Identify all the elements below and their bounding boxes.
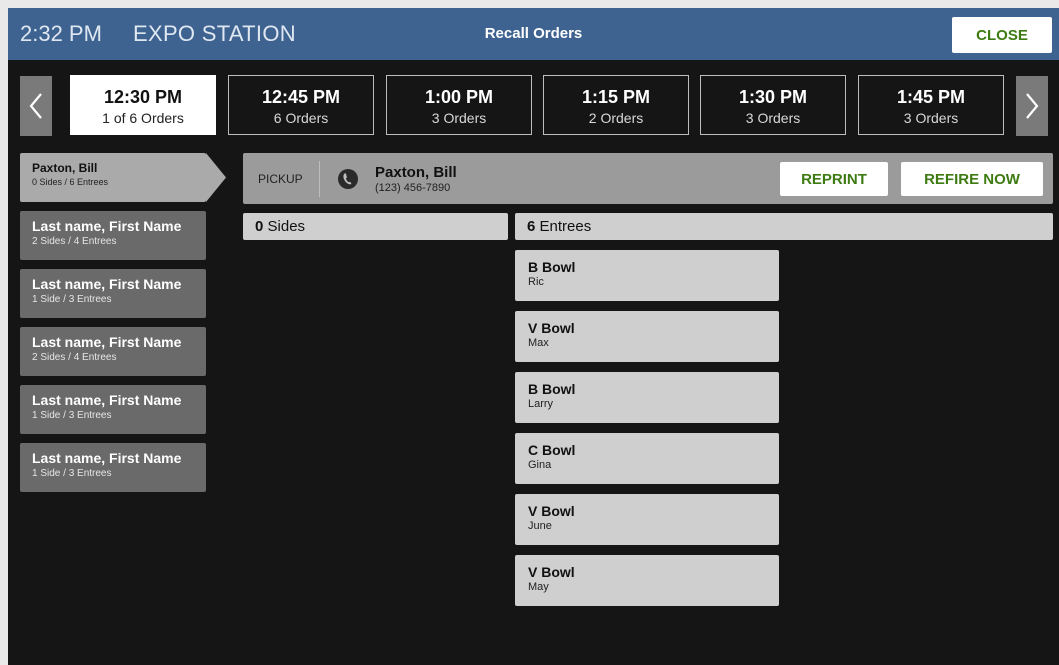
slot-order-count: 3 Orders xyxy=(745,110,801,126)
entree-guest: June xyxy=(528,520,552,532)
entree-guest: May xyxy=(528,581,549,593)
customer-item[interactable]: Last name, First Name 1 Side / 3 Entrees xyxy=(20,443,206,492)
slot-time: 1:30 PM xyxy=(738,87,808,107)
close-button[interactable]: CLOSE xyxy=(952,17,1052,53)
entree-guest: Ric xyxy=(528,276,544,288)
customer-name: Last name, First Name xyxy=(32,450,182,466)
slot-time: 1:15 PM xyxy=(581,87,651,107)
slot-order-count: 3 Orders xyxy=(431,110,487,126)
entree-item[interactable]: B Bowl Larry xyxy=(515,372,779,423)
slot-time: 1:00 PM xyxy=(424,87,494,107)
sides-count: 0 xyxy=(255,218,264,235)
entree-name: C Bowl xyxy=(528,442,576,458)
entree-name: B Bowl xyxy=(528,259,576,275)
slot-order-count: 1 of 6 Orders xyxy=(102,110,184,126)
entree-item[interactable]: V Bowl Max xyxy=(515,311,779,362)
customer-summary: 1 Side / 3 Entrees xyxy=(32,294,112,305)
time-slot-145[interactable]: 1:45 PM 3 Orders xyxy=(858,75,1004,135)
order-type: PICKUP xyxy=(258,172,303,186)
time-slot-115[interactable]: 1:15 PM 2 Orders xyxy=(543,75,689,135)
customer-name: Last name, First Name xyxy=(32,392,182,408)
customer-summary: 1 Side / 3 Entrees xyxy=(32,468,112,479)
slot-time: 12:45 PM xyxy=(261,87,341,107)
prev-time-button[interactable] xyxy=(20,76,52,136)
sides-header: 0 Sides xyxy=(243,213,508,240)
time-slot-100[interactable]: 1:00 PM 3 Orders xyxy=(386,75,532,135)
reprint-button[interactable]: REPRINT xyxy=(780,162,888,196)
order-phone-number: (123) 456-7890 xyxy=(375,182,451,194)
customer-name: Last name, First Name xyxy=(32,218,182,234)
customer-item[interactable]: Last name, First Name 2 Sides / 4 Entree… xyxy=(20,327,206,376)
customer-summary: 2 Sides / 4 Entrees xyxy=(32,236,117,247)
entree-item[interactable]: C Bowl Gina xyxy=(515,433,779,484)
entree-item[interactable]: B Bowl Ric xyxy=(515,250,779,301)
next-time-button[interactable] xyxy=(1016,76,1048,136)
refire-now-button[interactable]: REFIRE NOW xyxy=(901,162,1043,196)
order-header: PICKUP Paxton, Bill (123) 456-7890 REPRI… xyxy=(243,153,1053,204)
slot-time: 12:30 PM xyxy=(103,87,183,107)
customer-name: Last name, First Name xyxy=(32,276,182,292)
entrees-count: 6 xyxy=(527,218,536,235)
customer-name: Last name, First Name xyxy=(32,334,182,350)
recall-orders-screen: 2:32 PM EXPO STATION Recall Orders CLOSE… xyxy=(8,8,1059,665)
selected-pointer-icon xyxy=(206,153,226,202)
customer-summary: 1 Side / 3 Entrees xyxy=(32,410,112,421)
customer-item[interactable]: Last name, First Name 1 Side / 3 Entrees xyxy=(20,385,206,434)
entrees-header: 6 Entrees xyxy=(515,213,1053,240)
customer-item[interactable]: Last name, First Name 2 Sides / 4 Entree… xyxy=(20,211,206,260)
order-customer-name: Paxton, Bill xyxy=(375,164,457,181)
sides-label: Sides xyxy=(267,218,306,235)
customer-item[interactable]: Last name, First Name 1 Side / 3 Entrees xyxy=(20,269,206,318)
entree-name: V Bowl xyxy=(528,564,575,580)
page-title: Recall Orders xyxy=(484,25,583,42)
entree-name: V Bowl xyxy=(528,503,575,519)
divider xyxy=(319,161,320,197)
entree-item[interactable]: V Bowl May xyxy=(515,555,779,606)
entrees-label: Entrees xyxy=(539,218,592,235)
time-slot-1230[interactable]: 12:30 PM 1 of 6 Orders xyxy=(70,75,216,135)
entree-item[interactable]: V Bowl June xyxy=(515,494,779,545)
entree-guest: Max xyxy=(528,337,549,349)
entree-guest: Larry xyxy=(528,398,554,410)
time-slot-1245[interactable]: 12:45 PM 6 Orders xyxy=(228,75,374,135)
entree-name: V Bowl xyxy=(528,320,575,336)
customer-name: Paxton, Bill xyxy=(32,161,98,175)
slot-time: 1:45 PM xyxy=(896,87,966,107)
slot-order-count: 2 Orders xyxy=(588,110,644,126)
chevron-left-icon xyxy=(29,93,42,119)
customer-summary: 0 Sides / 6 Entrees xyxy=(32,177,109,187)
slot-order-count: 6 Orders xyxy=(273,110,329,126)
entree-guest: Gina xyxy=(528,459,552,471)
customer-item-paxton-bill[interactable]: Paxton, Bill 0 Sides / 6 Entrees xyxy=(20,153,206,202)
slot-order-count: 3 Orders xyxy=(903,110,959,126)
entree-name: B Bowl xyxy=(528,381,576,397)
time-slot-130[interactable]: 1:30 PM 3 Orders xyxy=(700,75,846,135)
chevron-right-icon xyxy=(1026,93,1039,119)
phone-icon xyxy=(338,169,358,189)
header-bar: 2:32 PM EXPO STATION Recall Orders CLOSE xyxy=(8,8,1059,60)
customer-summary: 2 Sides / 4 Entrees xyxy=(32,352,117,363)
